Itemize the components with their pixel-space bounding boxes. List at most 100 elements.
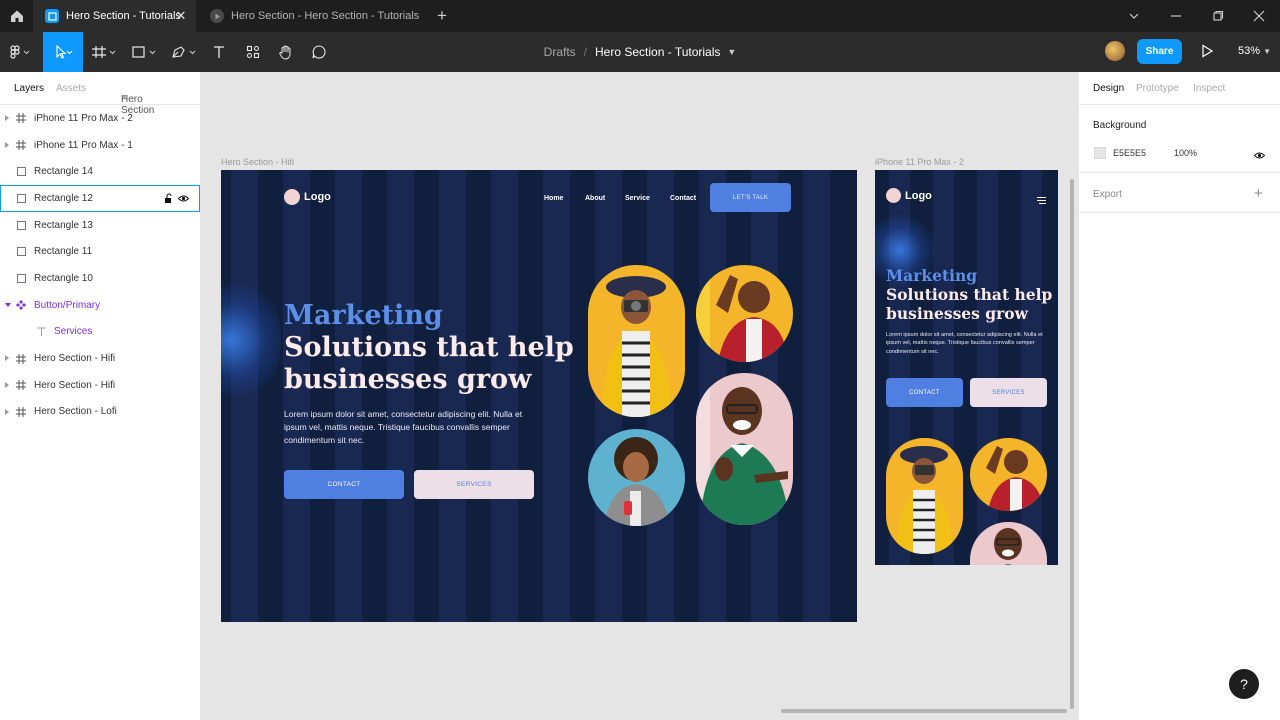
frame-label-desktop[interactable]: Hero Section - Hifi [221,157,294,167]
nav-contact[interactable]: Contact [670,195,696,202]
nav-home[interactable]: Home [544,195,563,202]
layer-label: iPhone 11 Pro Max - 1 [34,139,133,151]
frame-icon [15,353,27,365]
expand-caret-icon[interactable] [5,355,9,362]
expand-caret-icon[interactable] [5,381,9,388]
layer-list: iPhone 11 Pro Max - 2 iPhone 11 Pro Max … [0,105,200,425]
nav-service[interactable]: Service [625,195,650,202]
layer-row[interactable]: iPhone 11 Pro Max - 1 [0,132,200,159]
layout-grid-column [283,170,310,622]
expand-caret-icon[interactable] [5,141,9,148]
layer-row[interactable]: Rectangle 10 [0,265,200,292]
lock-icon[interactable] [163,193,174,204]
rectangle-icon [15,272,27,284]
logo-text: Logo [905,189,932,202]
tab-hero-section-tutorials[interactable]: Hero Section - Tutorials ✕ [33,0,196,32]
layer-row[interactable]: Hero Section - Hifi [0,345,200,372]
share-button[interactable]: Share [1137,39,1182,64]
frame-icon [15,112,27,124]
services-button[interactable]: SERVICES [970,378,1047,407]
layer-label: Hero Section - Hifi [34,353,116,365]
component-icon [15,299,27,311]
chevron-down-icon[interactable] [1126,8,1142,24]
canvas[interactable]: Hero Section - Hifi iPhone 11 Pro Max - … [201,72,1078,720]
lets-talk-button[interactable]: LET'S TALK [710,183,791,212]
prototype-play-icon [210,9,224,23]
headline-marketing: Marketing [886,266,978,285]
rectangle-icon [15,219,27,231]
layer-row[interactable]: Rectangle 11 [0,238,200,265]
logo[interactable]: Logo [886,188,932,203]
layout-grid-column [335,170,362,622]
hamburger-menu-icon[interactable] [1037,191,1046,204]
photo-girl-camera [886,438,963,554]
present-play-icon[interactable] [1200,44,1214,58]
contact-button[interactable]: CONTACT [886,378,963,407]
horizontal-scrollbar[interactable] [781,709,1067,713]
vertical-scrollbar[interactable] [1070,179,1074,709]
expand-caret-icon[interactable] [5,115,9,121]
frame-label-mobile[interactable]: iPhone 11 Pro Max - 2 [875,157,964,167]
services-button[interactable]: SERVICES [414,470,534,499]
headline-line-1: Solutions that help [886,285,1053,304]
hero-paragraph: Lorem ipsum dolor sit amet, consectetur … [284,409,523,445]
tab-assets[interactable]: Assets [56,83,86,94]
layer-row-component[interactable]: Button/Primary [0,292,200,319]
background-swatch[interactable] [1094,147,1106,159]
tab-inspect[interactable]: Inspect [1193,83,1225,94]
expand-caret-icon[interactable] [5,408,9,415]
nav-about[interactable]: About [585,195,605,202]
chevron-down-icon[interactable]: ▼ [727,47,736,57]
layer-row[interactable]: Hero Section - Hifi [0,372,200,399]
layer-row[interactable]: Rectangle 13 [0,212,200,239]
chevron-down-icon: ▼ [1263,47,1272,56]
hero-paragraph: Lorem ipsum dolor sit amet, consectetur … [886,332,1043,355]
layer-label: Rectangle 13 [34,219,93,231]
export-title: Export [1093,189,1122,200]
tab-hero-section-hero-section[interactable]: Hero Section - Hero Section - Tutorials [198,0,426,32]
layer-row-child[interactable]: Services [0,319,200,346]
layer-label: iPhone 11 Pro Max - 2 [34,112,133,124]
rectangle-icon [15,246,27,258]
add-export-plus-icon[interactable]: + [1254,185,1263,202]
logo[interactable]: Logo [284,189,331,205]
layer-row[interactable]: iPhone 11 Pro Max - 2 [0,105,200,132]
layout-grid-column [803,170,830,622]
tab-prototype[interactable]: Prototype [1136,83,1179,94]
layout-grid-column [543,170,570,622]
desktop-hero-frame[interactable]: Logo Home About Service Contact LET'S TA… [221,170,857,622]
eye-icon[interactable] [1253,148,1266,166]
tab-design[interactable]: Design [1093,83,1124,94]
frame-icon [15,406,27,418]
rectangle-icon [15,166,27,178]
file-name[interactable]: Hero Section - Tutorials [595,45,720,59]
layer-row[interactable]: Rectangle 14 [0,158,200,185]
right-panel-tabs: Design Prototype Inspect [1079,72,1280,105]
background-hex[interactable]: E5E5E5 [1113,148,1146,158]
new-tab-plus-icon[interactable]: + [433,7,451,25]
close-icon[interactable]: ✕ [174,9,188,23]
layer-row[interactable]: Hero Section - Lofi [0,399,200,426]
help-button[interactable]: ? [1229,669,1259,699]
photo-boy-waving [696,265,793,362]
breadcrumb-drafts[interactable]: Drafts [544,45,576,59]
headline-line-2: businesses grow [886,304,1028,323]
frame-icon [15,379,27,391]
collapse-caret-icon[interactable] [5,302,11,307]
zoom-level[interactable]: 53% ▼ [1238,45,1271,57]
background-opacity[interactable]: 100% [1174,148,1197,158]
home-icon[interactable] [0,0,33,32]
layer-row-selected[interactable]: Rectangle 12 [0,185,200,212]
figma-app: Hero Section - Tutorials ✕ Hero Section … [0,0,1280,720]
contact-button[interactable]: CONTACT [284,470,404,499]
layer-label: Hero Section - Lofi [34,406,117,418]
mobile-hero-frame[interactable]: Logo Marketing Solutions that help busin… [875,170,1058,565]
tab-layers[interactable]: Layers [14,83,44,94]
eye-icon[interactable] [177,193,190,204]
restore-icon[interactable] [1210,8,1226,24]
text-layer-icon [35,326,47,338]
minimize-icon[interactable] [1168,8,1184,24]
layer-label: Hero Section - Hifi [34,379,116,391]
window-close-icon[interactable] [1251,8,1267,24]
avatar[interactable] [1105,41,1125,61]
